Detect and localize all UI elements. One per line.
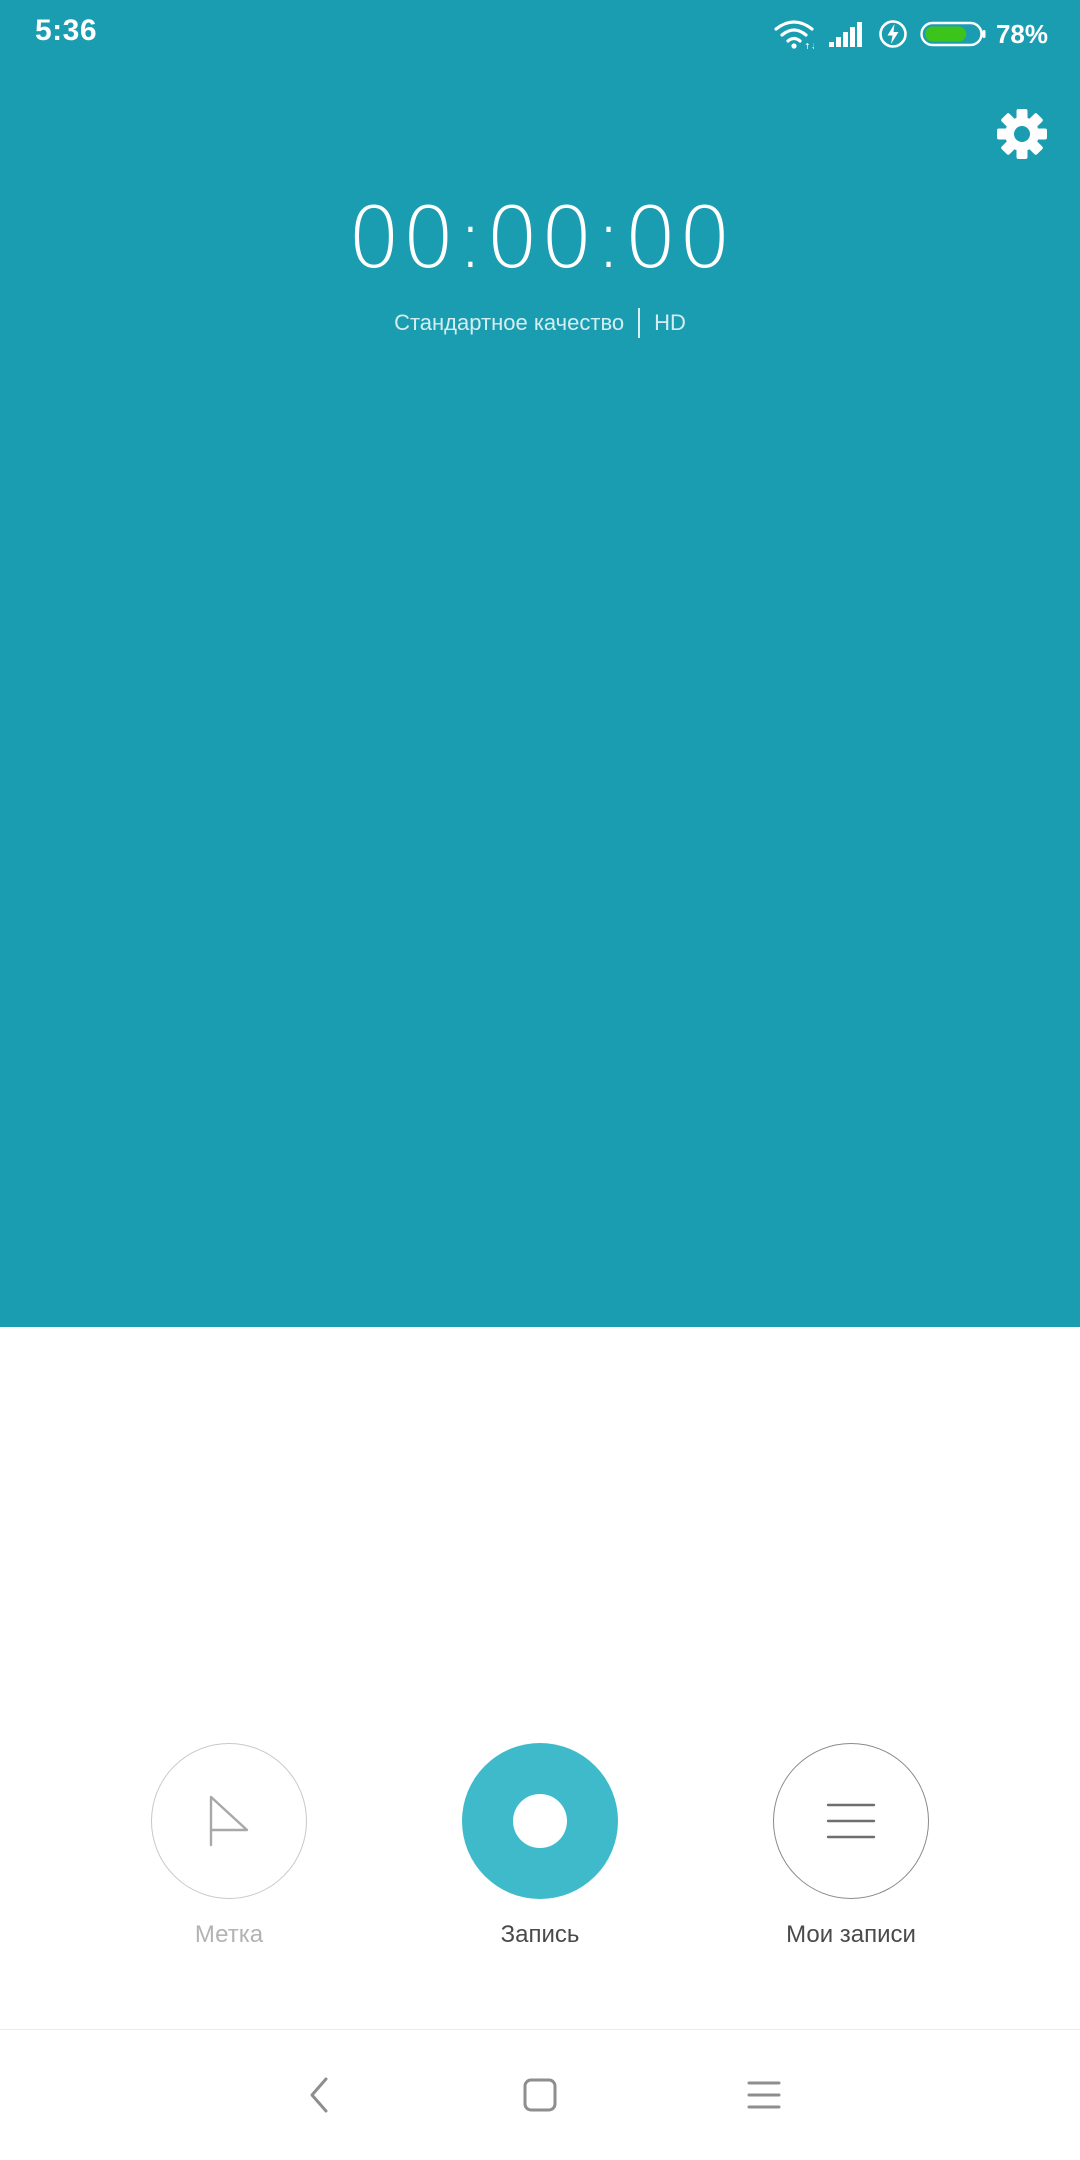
square-icon	[523, 2078, 557, 2112]
svg-text:↑↓: ↑↓	[804, 42, 814, 49]
battery-percent: 78%	[995, 18, 1048, 49]
nav-back-button[interactable]	[280, 2055, 360, 2135]
gear-icon	[997, 109, 1047, 159]
navigation-bar	[0, 2030, 1080, 2160]
signal-icon	[828, 22, 862, 47]
recordings-label: Мои записи	[786, 1921, 916, 1948]
chevron-left-icon	[310, 2077, 328, 2113]
status-icons: ↑↓ 78%	[774, 14, 1048, 54]
quality-hd-option[interactable]: HD	[654, 306, 686, 340]
battery-icon	[920, 21, 986, 47]
recording-timer: 00:00:00	[347, 189, 733, 287]
status-bar: 5:36 ↑↓	[0, 0, 1080, 66]
flag-icon	[209, 1795, 249, 1847]
mark-label: Метка	[194, 1921, 264, 1948]
recorder-display: 5:36 ↑↓	[0, 0, 1080, 1327]
quality-standard-option[interactable]: Стандартное качество	[394, 306, 624, 340]
status-time: 5:36	[35, 14, 98, 47]
wifi-icon: ↑↓	[774, 20, 814, 49]
recordings-button[interactable]	[773, 1743, 929, 1899]
hamburger-icon	[747, 2081, 781, 2109]
quality-selector: Стандартное качество HD	[0, 306, 1080, 340]
quality-divider	[638, 308, 641, 338]
mark-button[interactable]	[151, 1743, 307, 1899]
record-button[interactable]	[462, 1743, 618, 1899]
nav-menu-button[interactable]	[724, 2055, 804, 2135]
recordings-control: Мои записи	[773, 1743, 929, 1948]
settings-button[interactable]	[994, 106, 1050, 162]
record-control: Запись	[462, 1743, 618, 1948]
mark-control: Метка	[151, 1743, 307, 1948]
screen: 5:36 ↑↓	[0, 0, 1080, 2160]
record-label: Запись	[500, 1921, 580, 1948]
nav-home-button[interactable]	[500, 2055, 580, 2135]
list-icon	[826, 1803, 876, 1839]
record-dot-icon	[513, 1794, 567, 1848]
charging-icon	[879, 20, 907, 48]
